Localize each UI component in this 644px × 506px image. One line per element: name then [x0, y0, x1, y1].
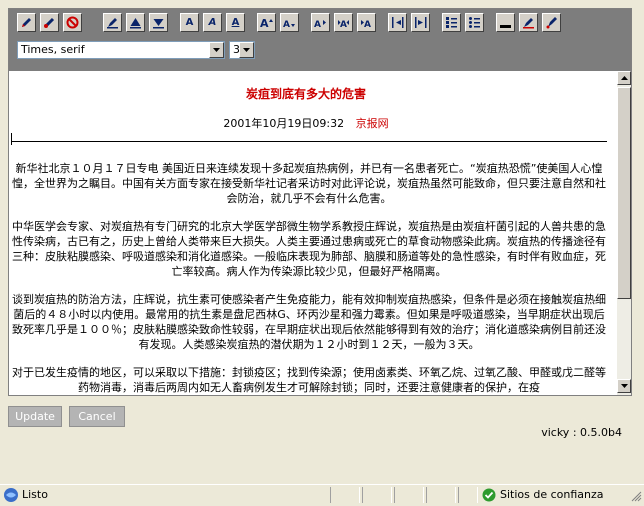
page-icon [3, 487, 19, 506]
no-entry-icon[interactable] [63, 13, 82, 32]
scroll-thumb[interactable] [617, 87, 631, 299]
editor-frame: A A A A A A A A Times, serif 3 炭疽到底有多大的危… [8, 8, 632, 396]
article-paragraph: 对于已发生疫情的地区，可以采取以下措施：封锁疫区；找到传染源；使用卤素类、环氧乙… [12, 366, 606, 394]
status-cell [330, 487, 360, 503]
triangle-up-icon[interactable] [126, 13, 145, 32]
align-left-icon[interactable]: A [311, 13, 330, 32]
underline-icon[interactable]: A [226, 13, 245, 32]
article-paragraph: 谈到炭疽热的防治方法，庄辉说，抗生素可使感染者产生免疫能力，能有效抑制炭疽热感染… [12, 293, 606, 351]
status-cell [458, 487, 478, 503]
chevron-down-icon[interactable] [209, 42, 224, 58]
article-meta: 2001年10月19日09:32 京报网 [9, 115, 603, 131]
text-cursor [11, 133, 12, 145]
brush-icon[interactable] [40, 13, 59, 32]
cancel-button[interactable]: Cancel [69, 406, 125, 427]
pencil-icon[interactable] [17, 13, 36, 32]
article-body: 新华社北京１０月１７日专电 美国近日来连续发现十多起炭疽热病例，并已有一名患者死… [11, 161, 607, 395]
svg-text:A: A [340, 20, 347, 29]
article-source-link[interactable]: 京报网 [356, 117, 389, 130]
svg-text:A: A [260, 17, 269, 29]
highlight-icon[interactable] [542, 13, 561, 32]
editor-toolbar: A A A A A A A A Times, serif 3 [9, 9, 631, 71]
vertical-scrollbar[interactable] [617, 71, 631, 395]
triangle-down-icon[interactable] [149, 13, 168, 32]
resize-grip-icon[interactable] [631, 491, 642, 505]
status-bar: Listo Sitios de confianza [0, 484, 644, 504]
scroll-down-button[interactable] [617, 379, 631, 393]
indent-icon[interactable] [411, 13, 430, 32]
svg-text:A: A [314, 20, 321, 29]
article-datetime: 2001年10月19日09:32 [223, 117, 345, 130]
scroll-up-button[interactable] [617, 71, 631, 85]
text-color-icon[interactable] [519, 13, 538, 32]
article-paragraph: 中华医学会专家、对炭疽热有专门研究的北京大学医学部微生物学系教授庄辉说，炭疽热是… [12, 220, 606, 278]
align-right-icon[interactable]: A [357, 13, 376, 32]
horizontal-rule-icon[interactable] [496, 13, 515, 32]
version-label: vicky : 0.5.0b4 [541, 426, 622, 439]
security-zone-text: Sitios de confianza [500, 488, 604, 501]
unordered-list-icon[interactable] [465, 13, 484, 32]
erase-format-icon[interactable] [103, 13, 122, 32]
trusted-zone-icon [482, 488, 496, 505]
svg-text:A: A [283, 20, 290, 29]
align-center-icon[interactable]: A [334, 13, 353, 32]
font-size-select[interactable]: 3 [229, 41, 255, 59]
outdent-icon[interactable] [388, 13, 407, 32]
article-paragraph: 新华社北京１０月１７日专电 美国近日来连续发现十多起炭疽热病例，并已有一名患者死… [12, 162, 606, 205]
ordered-list-icon[interactable] [442, 13, 461, 32]
horizontal-rule [11, 141, 607, 142]
status-text: Listo [22, 488, 48, 501]
svg-text:A: A [364, 20, 371, 29]
font-family-value: Times, serif [21, 43, 85, 56]
status-cell [362, 487, 392, 503]
editor-content[interactable]: 炭疽到底有多大的危害 2001年10月19日09:32 京报网 新华社北京１０月… [9, 71, 617, 395]
bold-icon[interactable]: A [180, 13, 199, 32]
font-shrink-icon[interactable]: A [280, 13, 299, 32]
status-cell [426, 487, 456, 503]
font-family-select[interactable]: Times, serif [17, 41, 225, 59]
chevron-down-icon[interactable] [239, 42, 254, 58]
italic-icon[interactable]: A [203, 13, 222, 32]
status-cell [394, 487, 424, 503]
update-button[interactable]: Update [8, 406, 62, 427]
article-title: 炭疽到底有多大的危害 [245, 87, 366, 101]
font-grow-icon[interactable]: A [257, 13, 276, 32]
